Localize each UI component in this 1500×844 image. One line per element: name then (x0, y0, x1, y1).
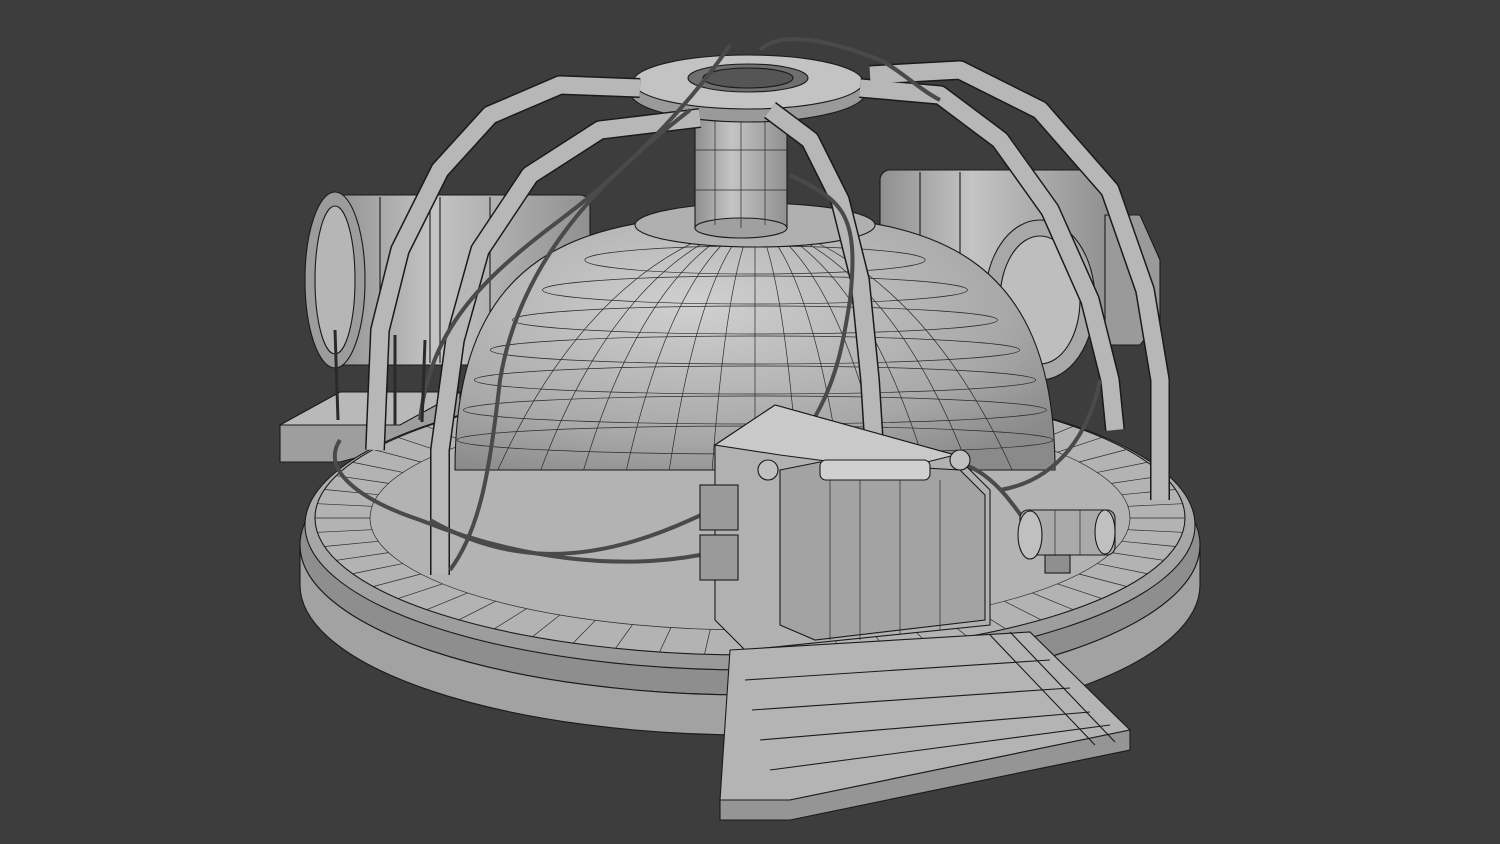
3d-viewport[interactable] (0, 0, 1500, 844)
center-column (694, 109, 788, 239)
wireframe-model (279, 37, 1201, 821)
top-ring (629, 54, 867, 123)
